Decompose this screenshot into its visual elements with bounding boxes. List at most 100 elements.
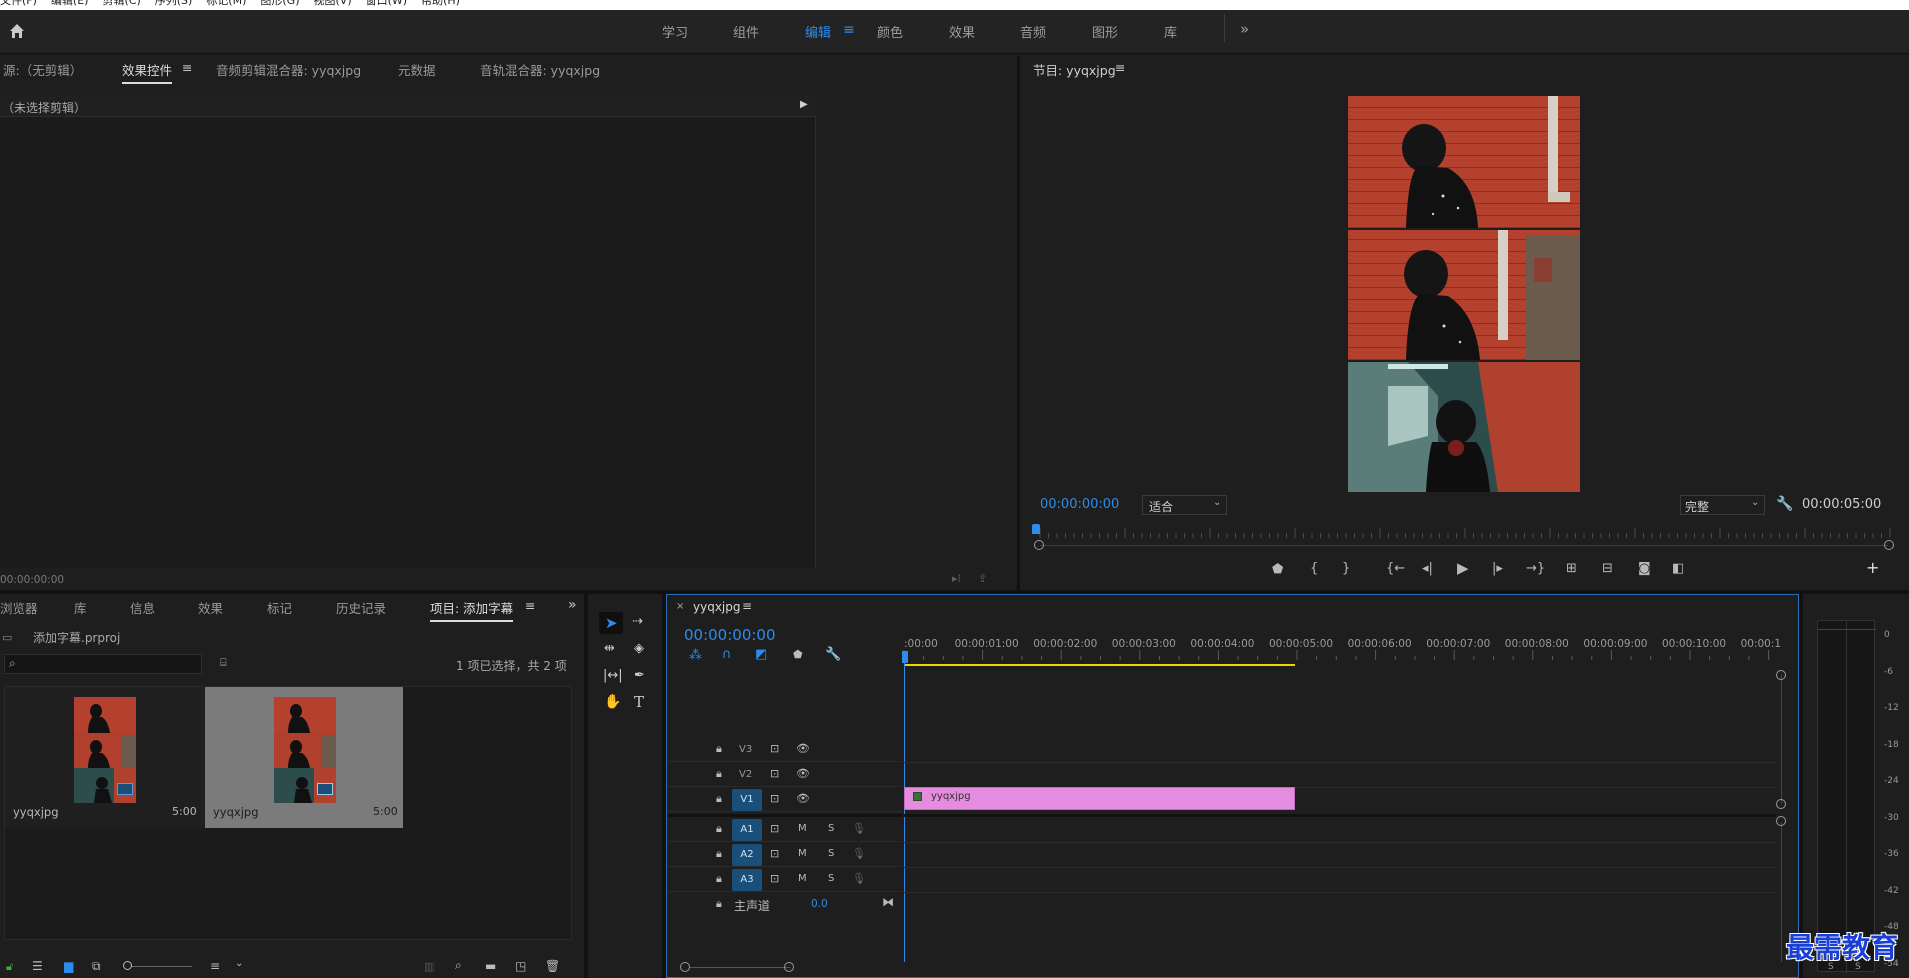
lock-icon[interactable]: 🔒︎ — [716, 767, 722, 781]
lock-icon[interactable]: 🔒︎ — [716, 792, 722, 806]
lock-icon[interactable]: 🔒︎ — [716, 822, 722, 836]
mark-out-icon[interactable]: } — [1342, 561, 1350, 577]
workspace-library[interactable]: 库 — [1164, 22, 1177, 41]
sync-lock-icon[interactable]: ⊡ — [770, 767, 779, 780]
more-tabs-icon[interactable]: » — [568, 597, 577, 613]
tab-info[interactable]: 信息 — [130, 598, 155, 617]
program-time-ruler[interactable] — [1036, 526, 1894, 540]
extract-icon[interactable]: ⊟ — [1602, 561, 1613, 577]
source-patch-a3[interactable]: A3 — [732, 869, 762, 891]
tab-project[interactable]: 项目: 添加字幕 — [430, 598, 514, 622]
source-patch-a2[interactable]: A2 — [732, 844, 762, 866]
step-back-icon[interactable]: ◂| — [1422, 561, 1433, 577]
solo-button[interactable]: S — [828, 848, 834, 859]
track-header-v1[interactable]: 🔒︎ V1 ⊡ 👁︎ — [668, 788, 902, 812]
timeline-h-scrollbar[interactable] — [690, 967, 790, 968]
program-timecode[interactable]: 00:00:00:00 — [1040, 497, 1119, 512]
track-header-v2[interactable]: 🔒︎ V2 ⊡ 👁︎ — [668, 763, 902, 787]
track-header-a1[interactable]: 🔒︎ A1 ⊡ M S 🎙︎ — [668, 818, 902, 842]
hand-tool-icon[interactable]: ✋ — [604, 694, 621, 710]
menu-item[interactable]: 窗口(W) — [366, 0, 407, 10]
new-item-icon[interactable]: ◳ — [515, 959, 526, 973]
go-to-in-icon[interactable]: {← — [1386, 561, 1405, 577]
timeline-clip[interactable]: yyqxjpg — [904, 787, 1295, 810]
tab-menu-icon[interactable]: ≡ — [525, 598, 535, 613]
wrench-icon[interactable]: 🔧 — [1776, 496, 1793, 512]
tab-audio-track-mixer[interactable]: 音轨混合器: yyqxjpg — [480, 60, 600, 79]
lock-icon[interactable]: 🔓︎ — [6, 960, 13, 974]
video-scrollbar[interactable] — [1781, 674, 1782, 804]
slip-tool-icon[interactable]: |↔| — [603, 668, 623, 683]
scroll-handle[interactable] — [1776, 799, 1786, 809]
tab-source[interactable]: 源:（无剪辑） — [3, 60, 82, 79]
new-bin-icon[interactable]: ▬ — [485, 959, 496, 973]
menu-item[interactable]: 序列(S) — [155, 0, 193, 10]
scroll-handle-right[interactable] — [1884, 540, 1894, 550]
close-icon[interactable]: × — [676, 601, 684, 612]
microphone-icon[interactable]: 🎙︎ — [852, 847, 866, 860]
sync-lock-icon[interactable]: ⊡ — [770, 872, 779, 885]
export-icon[interactable]: ⇪ — [978, 572, 987, 585]
nest-toggle-icon[interactable]: ⁂ — [689, 648, 702, 663]
comparison-view-icon[interactable]: ◧ — [1672, 561, 1684, 577]
filter-icon[interactable]: ▸⁞ — [952, 572, 961, 585]
sequence-tab[interactable]: yyqxjpg — [693, 600, 741, 614]
track-header-v3[interactable]: 🔒︎ V3 ⊡ 👁︎ — [668, 738, 902, 762]
menu-item[interactable]: 标记(M) — [206, 0, 246, 10]
microphone-icon[interactable]: 🎙︎ — [852, 872, 866, 885]
workspace-menu-icon[interactable]: ≡ — [843, 22, 855, 38]
tab-menu-icon[interactable]: ≡ — [182, 60, 192, 75]
master-volume-value[interactable]: 0.0 — [811, 898, 828, 910]
scroll-handle-right[interactable] — [784, 962, 794, 972]
scroll-handle[interactable] — [1776, 670, 1786, 680]
eye-icon[interactable]: 👁︎ — [796, 792, 810, 805]
menu-item[interactable]: 编辑(E) — [51, 0, 89, 10]
menu-item[interactable]: 剪辑(C) — [102, 0, 140, 10]
mark-in-icon[interactable]: { — [1310, 561, 1318, 577]
play-icon[interactable]: ▶ — [1457, 560, 1469, 576]
video-audio-divider[interactable] — [668, 814, 902, 817]
work-area-bar[interactable] — [904, 664, 1295, 666]
home-icon[interactable] — [8, 22, 26, 40]
program-menu-icon[interactable]: ≡ — [1115, 60, 1125, 75]
menu-item[interactable]: 文件(F) — [0, 0, 37, 10]
trash-icon[interactable]: 🗑︎ — [545, 959, 560, 973]
source-patch-v1[interactable]: V1 — [732, 789, 762, 811]
lift-icon[interactable]: ⊞ — [1566, 561, 1577, 577]
menu-item[interactable]: 图形(G) — [260, 0, 299, 10]
razor-tool-icon[interactable]: ◈ — [634, 641, 644, 656]
sync-lock-icon[interactable]: ⊡ — [770, 792, 779, 805]
find-icon[interactable]: ⌕ — [455, 958, 462, 973]
sync-lock-icon[interactable]: ⊡ — [770, 742, 779, 755]
export-frame-icon[interactable]: ◙ — [1638, 561, 1651, 577]
pen-tool-icon[interactable]: ✒ — [634, 668, 645, 683]
selection-tool-icon[interactable]: ➤ — [605, 614, 618, 632]
microphone-icon[interactable]: 🎙︎ — [852, 822, 866, 835]
fit-dropdown[interactable]: 适合 ⌄ — [1142, 495, 1227, 515]
snap-icon[interactable]: ∩ — [722, 647, 732, 662]
project-item[interactable]: yyqxjpg 5:00 — [205, 687, 403, 828]
linked-selection-icon[interactable]: ◩ — [755, 647, 767, 662]
sync-lock-icon[interactable]: ⊡ — [770, 822, 779, 835]
lock-icon[interactable]: 🔒︎ — [716, 742, 722, 756]
expand-triangle-icon[interactable]: ▶ — [800, 99, 808, 110]
audio-scrollbar[interactable] — [1781, 822, 1782, 962]
find-folder-icon[interactable]: ⌸ — [220, 656, 227, 670]
ripple-edit-tool-icon[interactable]: ⇹ — [604, 641, 615, 656]
tab-metadata[interactable]: 元数据 — [398, 60, 436, 79]
sync-lock-icon[interactable]: ⊡ — [770, 847, 779, 860]
add-button-icon[interactable]: + — [1866, 560, 1879, 576]
add-marker-icon[interactable]: ⬟ — [1272, 562, 1283, 578]
eye-icon[interactable]: 👁︎ — [796, 767, 810, 780]
workspace-edit[interactable]: 编辑 — [805, 22, 831, 41]
lock-icon[interactable]: 🔒︎ — [716, 897, 722, 911]
project-item[interactable]: yyqxjpg 5:00 — [5, 687, 205, 828]
go-to-next-edit-icon[interactable]: ⧓ — [882, 895, 894, 909]
menu-item[interactable]: 视图(V) — [314, 0, 352, 10]
workspace-audio[interactable]: 音频 — [1020, 22, 1046, 41]
track-header-a2[interactable]: 🔒︎ A2 ⊡ M S 🎙︎ — [668, 843, 902, 867]
zoom-slider[interactable] — [124, 966, 192, 967]
lock-icon[interactable]: 🔒︎ — [716, 847, 722, 861]
workspace-graphics[interactable]: 图形 — [1092, 22, 1118, 41]
tab-effects[interactable]: 效果 — [198, 598, 223, 617]
